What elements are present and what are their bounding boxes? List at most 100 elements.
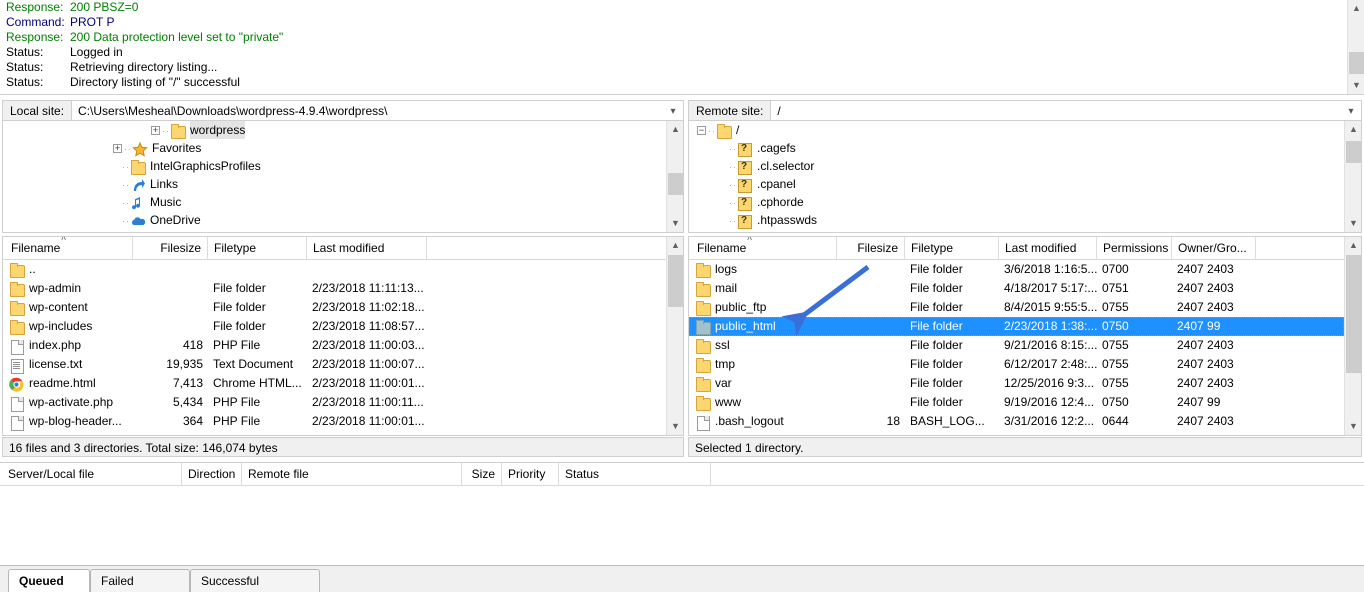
scroll-down-icon[interactable]: ▼ <box>1348 77 1364 94</box>
remote-file-list[interactable]: Filename ˄ Filesize Filetype Last modified Pe… <box>688 236 1362 436</box>
local-file-list[interactable]: Filename ˄ Filesize Filetype Last modified .… <box>2 236 684 436</box>
transfer-queue-tabs[interactable]: Queued filesFailed transfersSuccessful t… <box>0 565 1364 592</box>
table-row[interactable]: readme.html 7,413 Chrome HTML... 2/23/2018 … <box>3 374 666 393</box>
table-row[interactable]: www File folder 9/19/2016 12:4... 0750 2407 … <box>689 393 1344 412</box>
table-row[interactable]: wp-activate.php 5,434 PHP File 2/23/2018 11… <box>3 393 666 412</box>
tree-item-label: Favorites <box>152 141 202 155</box>
tab-successful-transfers[interactable]: Successful transfers <box>190 569 320 592</box>
table-row[interactable]: public_ftp File folder 8/4/2015 9:55:5... 0… <box>689 298 1344 317</box>
scrollbar-thumb[interactable] <box>1346 255 1361 373</box>
table-row[interactable]: ssl File folder 9/21/2016 8:15:... 0755 2407… <box>689 336 1344 355</box>
unknown-folder-icon <box>737 178 753 193</box>
table-row[interactable]: .bash_logout 18 BASH_LOG... 3/31/2016 12:2.… <box>689 412 1344 431</box>
scroll-down-icon[interactable]: ▼ <box>1345 215 1361 232</box>
tree-item[interactable]: + ·· wordpress <box>3 121 666 139</box>
table-row[interactable]: logs File folder 3/6/2018 1:16:5... 0700 240… <box>689 260 1344 279</box>
cell-modified: 6/12/2017 2:48:... <box>1004 357 1097 371</box>
remote-site-pathbar[interactable]: Remote site: / ▾ <box>688 100 1362 122</box>
scroll-up-icon[interactable]: ▲ <box>1345 121 1361 138</box>
column-header-owner[interactable]: Owner/Gro... <box>1172 237 1256 259</box>
table-row[interactable]: index.php 418 PHP File 2/23/2018 11:00:03..… <box>3 336 666 355</box>
remote-directory-tree[interactable]: −··/··.cagefs··.cl.selector··.cpanel··.c… <box>688 120 1362 233</box>
queue-column-header-priority[interactable]: Priority <box>502 463 559 485</box>
table-row[interactable]: tmp File folder 6/12/2017 2:48:... 0755 2407… <box>689 355 1344 374</box>
transfer-queue-panel[interactable]: Server/Local file Direction Remote file Siz… <box>0 462 1364 565</box>
table-row[interactable]: wp-admin File folder 2/23/2018 11:11:13... <box>3 279 666 298</box>
column-header-type[interactable]: Filetype <box>905 237 999 259</box>
cell-name: public_html <box>691 317 837 336</box>
scroll-down-icon[interactable]: ▼ <box>667 215 683 232</box>
tree-expander-icon[interactable]: − <box>697 126 706 136</box>
remote-list-scrollbar[interactable]: ▲ ▼ <box>1344 237 1361 435</box>
message-log-scrollbar[interactable]: ▲ ▼ <box>1347 0 1364 94</box>
tree-item[interactable]: ·· .cagefs <box>689 139 1344 157</box>
scrollbar-thumb[interactable] <box>1349 52 1364 74</box>
cell-name: logs <box>691 260 837 279</box>
table-row[interactable]: .. <box>3 260 666 279</box>
queue-column-header-size[interactable]: Size <box>462 463 502 485</box>
scroll-up-icon[interactable]: ▲ <box>667 237 683 254</box>
remote-file-list-header[interactable]: Filename ˄ Filesize Filetype Last modified Pe… <box>689 237 1344 260</box>
remote-site-path-input[interactable]: / <box>771 104 1341 118</box>
table-row[interactable]: var File folder 12/25/2016 9:3... 0755 2407 … <box>689 374 1344 393</box>
scroll-up-icon[interactable]: ▲ <box>667 121 683 138</box>
tree-item[interactable]: + ·· Favorites <box>3 139 666 157</box>
table-row[interactable]: wp-blog-header... 364 PHP File 2/23/2018 11… <box>3 412 666 431</box>
scroll-up-icon[interactable]: ▲ <box>1348 0 1364 17</box>
local-site-pathbar[interactable]: Local site: C:\Users\Mesheal\Downloads\w… <box>2 100 684 122</box>
scroll-down-icon[interactable]: ▼ <box>667 418 683 435</box>
tree-item[interactable]: ·· .cphorde <box>689 193 1344 211</box>
queue-column-header-direction[interactable]: Direction <box>182 463 242 485</box>
column-header-permissions[interactable]: Permissions <box>1097 237 1172 259</box>
local-directory-tree[interactable]: + ·· wordpress + ·· Favorites ·· IntelGraphicsP… <box>2 120 684 233</box>
tree-item[interactable]: ·· .cpanel <box>689 175 1344 193</box>
table-row[interactable]: wp-content File folder 2/23/2018 11:02:18.… <box>3 298 666 317</box>
queue-column-header-remotefile[interactable]: Remote file <box>242 463 462 485</box>
queue-column-header-serverlocal[interactable]: Server/Local file <box>2 463 182 485</box>
transfer-queue-header[interactable]: Server/Local file Direction Remote file Siz… <box>0 463 1364 486</box>
column-header-modified[interactable]: Last modified <box>307 237 427 259</box>
log-entry-label: Status: <box>6 45 44 59</box>
column-header-modified[interactable]: Last modified <box>999 237 1097 259</box>
tree-item[interactable]: ·· Music <box>3 193 666 211</box>
local-file-list-header[interactable]: Filename ˄ Filesize Filetype Last modified <box>3 237 666 260</box>
table-row[interactable]: wp-includes File folder 2/23/2018 11:08:57… <box>3 317 666 336</box>
scrollbar-thumb[interactable] <box>1346 141 1361 163</box>
column-header-size[interactable]: Filesize <box>133 237 208 259</box>
chevron-down-icon[interactable]: ▾ <box>1341 106 1361 117</box>
tree-item[interactable]: ·· .htpasswds <box>689 211 1344 229</box>
local-site-path-input[interactable]: C:\Users\Mesheal\Downloads\wordpress-4.9… <box>72 104 663 118</box>
tree-item[interactable]: ·· .cl.selector <box>689 157 1344 175</box>
tab-queued-files[interactable]: Queued files <box>8 569 90 592</box>
cell-type: File folder <box>910 319 963 333</box>
chevron-down-icon[interactable]: ▾ <box>663 106 683 117</box>
tree-item[interactable]: ·· OneDrive <box>3 211 666 229</box>
tree-item[interactable]: − ·· / <box>689 121 1344 139</box>
tree-expander-icon[interactable]: + <box>151 126 160 136</box>
tree-expander-icon[interactable]: + <box>113 144 122 154</box>
column-header-name[interactable]: Filename <box>691 237 837 259</box>
tree-connector: ·· <box>122 179 130 190</box>
cell-owner: 2407 2403 <box>1177 414 1234 428</box>
scroll-down-icon[interactable]: ▼ <box>1345 418 1361 435</box>
table-row[interactable]: mail File folder 4/18/2017 5:17:... 0751 240… <box>689 279 1344 298</box>
queue-column-header-status[interactable]: Status <box>559 463 711 485</box>
local-tree-scrollbar[interactable]: ▲ ▼ <box>666 121 683 232</box>
cell-type: File folder <box>213 300 266 314</box>
cell-name: var <box>691 374 837 393</box>
scrollbar-thumb[interactable] <box>668 255 683 307</box>
local-list-scrollbar[interactable]: ▲ ▼ <box>666 237 683 435</box>
table-row[interactable]: public_html File folder 2/23/2018 1:38:...… <box>689 317 1344 336</box>
tab-failed-transfers[interactable]: Failed transfers <box>90 569 190 592</box>
table-row[interactable]: license.txt 19,935 Text Document 2/23/2018 … <box>3 355 666 374</box>
column-header-name[interactable]: Filename <box>5 237 133 259</box>
folder-icon <box>695 357 711 373</box>
scrollbar-thumb[interactable] <box>668 173 683 195</box>
tree-item[interactable]: ·· IntelGraphicsProfiles <box>3 157 666 175</box>
scroll-up-icon[interactable]: ▲ <box>1345 237 1361 254</box>
tree-item[interactable]: ·· Links <box>3 175 666 193</box>
column-header-type[interactable]: Filetype <box>208 237 307 259</box>
remote-tree-scrollbar[interactable]: ▲ ▼ <box>1344 121 1361 232</box>
cell-type: BASH_LOG... <box>910 414 985 428</box>
column-header-size[interactable]: Filesize <box>837 237 905 259</box>
